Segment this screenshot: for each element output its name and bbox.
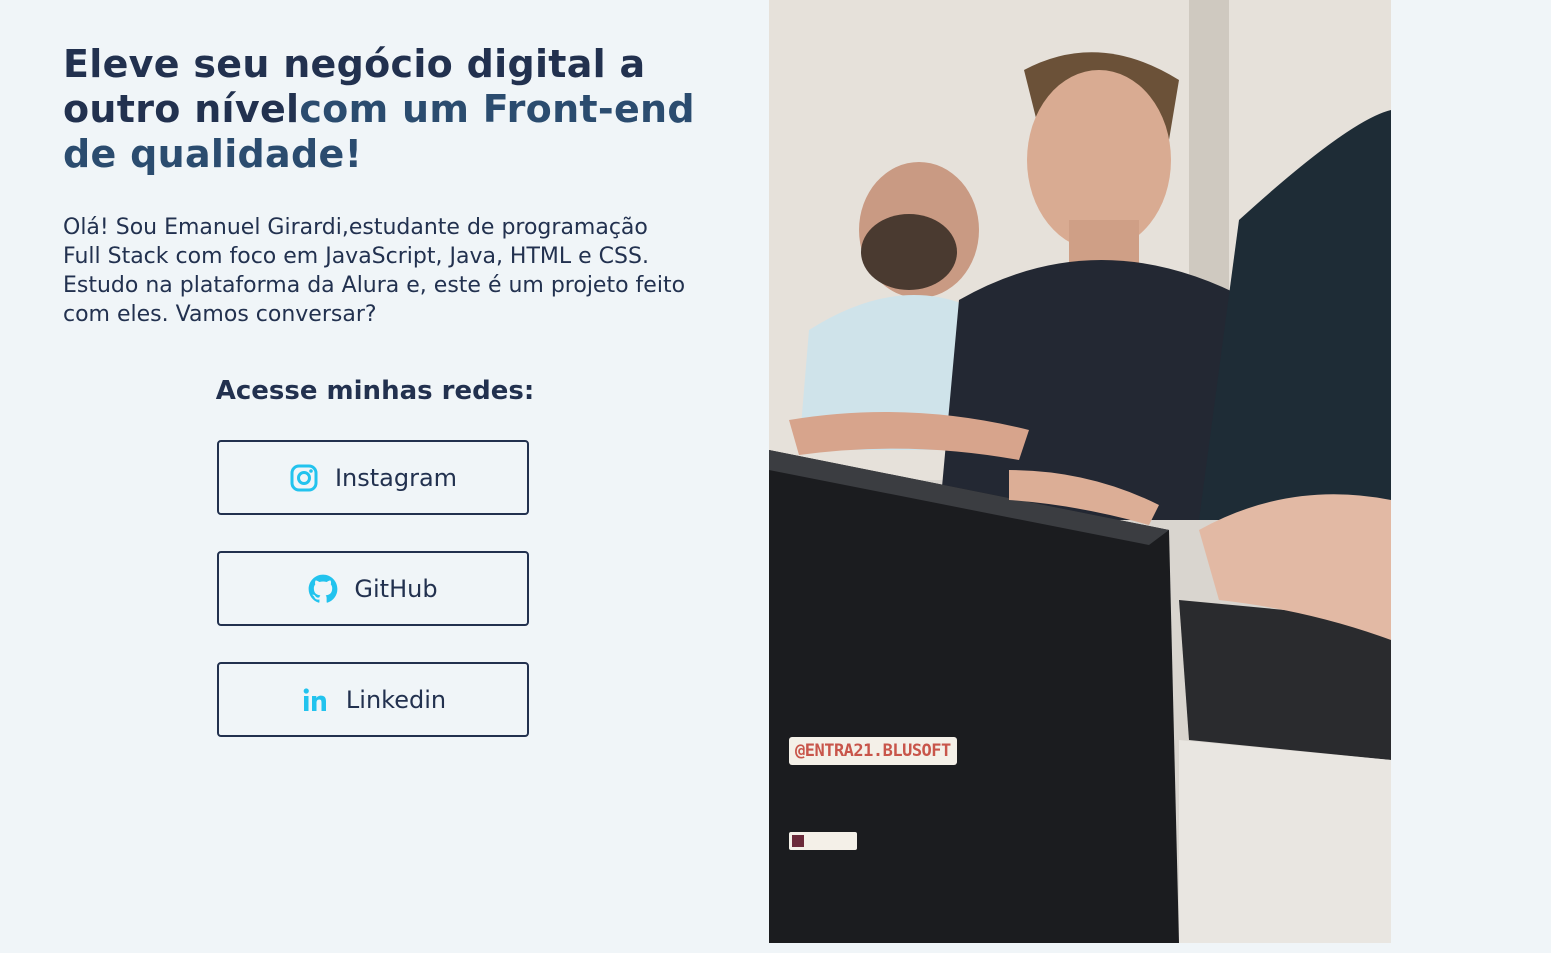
intro-paragraph: Olá! Sou Emanuel Girardi,estudante de pr… [63,215,686,327]
instagram-button[interactable]: Instagram [217,440,529,515]
github-button[interactable]: GitHub [217,551,529,626]
github-label: GitHub [354,574,438,603]
github-icon [308,574,338,604]
page: Eleve seu negócio digital a outro nívelc… [0,0,1551,953]
photo-small-sticker [789,832,857,850]
photo-sticker: @ENTRA21.BLUSOFT [789,737,957,765]
social-title: Acesse minhas redes: [215,376,535,406]
linkedin-label: Linkedin [345,685,447,714]
linkedin-button[interactable]: Linkedin [217,662,529,737]
headline: Eleve seu negócio digital a outro nívelc… [63,42,703,177]
instagram-label: Instagram [334,463,458,492]
hero-photo: @ENTRA21.BLUSOFT [769,0,1391,943]
linkedin-icon [300,685,330,715]
hero-section: Eleve seu negócio digital a outro nívelc… [63,42,703,329]
instagram-icon [289,463,319,493]
